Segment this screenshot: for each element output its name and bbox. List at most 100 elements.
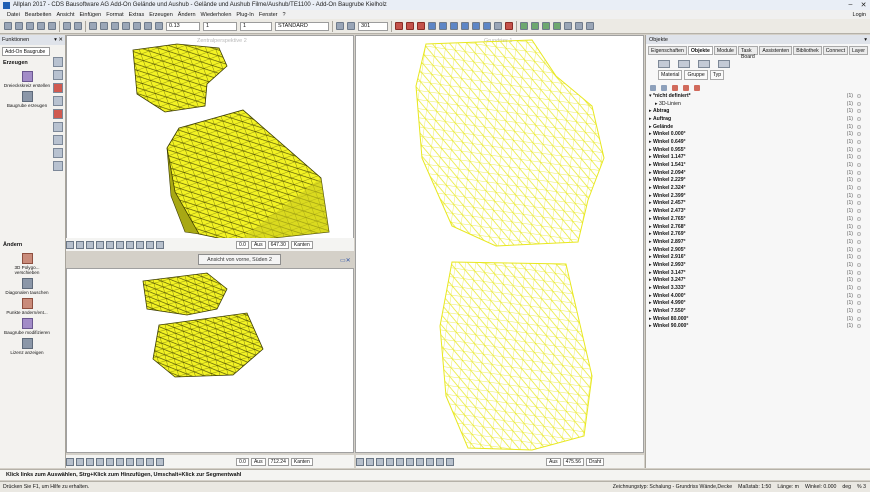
camera-icon[interactable] bbox=[483, 22, 491, 30]
snap-tool-icon[interactable] bbox=[53, 161, 63, 171]
tool-diagonalen-tauschen[interactable]: Diagonalen tauschen bbox=[2, 278, 52, 295]
redo-view-icon[interactable] bbox=[406, 457, 414, 466]
brush-icon[interactable] bbox=[395, 22, 403, 30]
object-row[interactable]: ▸ Winkel 2.916° (1) bbox=[649, 253, 867, 261]
object-row[interactable]: ▸ Winkel 1.541° (1) bbox=[649, 161, 867, 169]
object-row[interactable]: ▸ Winkel 3.147° (1) bbox=[649, 269, 867, 277]
print-view-icon[interactable] bbox=[126, 457, 134, 466]
value-field[interactable]: 647.30 bbox=[267, 240, 289, 249]
refresh-tool-icon[interactable] bbox=[694, 85, 700, 91]
visibility-icon[interactable] bbox=[857, 224, 861, 229]
line-type-select[interactable]: 1 bbox=[203, 21, 237, 31]
menu-fenster[interactable]: Fenster bbox=[259, 12, 278, 18]
menu-erzeugen[interactable]: Erzeugen bbox=[149, 12, 173, 18]
object-row[interactable]: ▸ Winkel 2.094° (1) bbox=[649, 169, 867, 177]
snap-icon[interactable] bbox=[336, 22, 344, 30]
line-color-select[interactable]: 1 bbox=[240, 21, 272, 31]
sum-icon[interactable] bbox=[575, 22, 583, 30]
zoom-icon[interactable] bbox=[66, 457, 74, 466]
menu-plugin[interactable]: Plug-In bbox=[236, 12, 253, 18]
layers-view-icon[interactable] bbox=[436, 457, 444, 466]
tool-lizenz-anzeigen[interactable]: Lizenz anzeigen bbox=[2, 338, 52, 355]
object-row[interactable]: ▸ Winkel 2.229° (1) bbox=[649, 177, 867, 185]
filter-tool-icon[interactable] bbox=[53, 57, 63, 67]
object-row[interactable]: ▸ Winkel 80.000° (1) bbox=[649, 315, 867, 323]
window-restore-icon[interactable]: ▭✕ bbox=[340, 257, 351, 264]
value-field[interactable]: 475.56 bbox=[562, 457, 584, 466]
camera-view-icon[interactable] bbox=[136, 457, 144, 466]
undo-icon[interactable] bbox=[63, 22, 71, 30]
print-view-icon[interactable] bbox=[416, 457, 424, 466]
visibility-icon[interactable] bbox=[857, 247, 861, 252]
edges-select[interactable]: Draht bbox=[585, 457, 605, 466]
object-row[interactable]: ▸ Abtrag (1) bbox=[649, 107, 867, 115]
volume-icon[interactable] bbox=[450, 22, 458, 30]
hide-tool-icon[interactable] bbox=[683, 85, 689, 91]
object-row[interactable]: ▸ Winkel 2.769° (1) bbox=[649, 230, 867, 238]
tab-connect[interactable]: Connect bbox=[822, 46, 849, 55]
grid-view-icon[interactable] bbox=[156, 457, 164, 466]
list-tool-icon[interactable] bbox=[53, 148, 63, 158]
visibility-icon[interactable] bbox=[857, 286, 861, 291]
visibility-icon[interactable] bbox=[857, 301, 861, 306]
close-view-icon[interactable] bbox=[76, 240, 84, 249]
isolate-tool-icon[interactable] bbox=[672, 85, 678, 91]
select-tool-icon[interactable] bbox=[53, 83, 63, 93]
visibility-icon[interactable] bbox=[857, 255, 861, 260]
window-layout-icon[interactable] bbox=[564, 22, 572, 30]
view-icon[interactable] bbox=[472, 22, 480, 30]
visibility-icon[interactable] bbox=[857, 216, 861, 221]
drawing-type[interactable]: Zeichnungstyp: Schalung - Grundriss Wänd… bbox=[613, 484, 732, 490]
object-row[interactable]: ▸ Winkel 7.550° (1) bbox=[649, 307, 867, 315]
visibility-icon[interactable] bbox=[857, 209, 861, 214]
lock-tool-icon[interactable] bbox=[53, 96, 63, 106]
login-link[interactable]: Login bbox=[853, 12, 866, 18]
angle-readout[interactable]: Winkel: 0.000 bbox=[805, 484, 836, 490]
dimension-icon[interactable] bbox=[553, 22, 561, 30]
mode-select[interactable]: Aus bbox=[250, 240, 266, 249]
grid-view-icon[interactable] bbox=[446, 457, 454, 466]
visibility-icon[interactable] bbox=[857, 116, 861, 121]
zoom-window-icon[interactable] bbox=[96, 457, 104, 466]
print-view-icon[interactable] bbox=[126, 240, 134, 249]
home-tool-icon[interactable] bbox=[53, 122, 63, 132]
pin-icon[interactable]: ▾ bbox=[864, 37, 867, 43]
object-row[interactable]: ▸ Winkel 3.247° (1) bbox=[649, 277, 867, 285]
zoom-window-icon[interactable] bbox=[386, 457, 394, 466]
undo-view-icon[interactable] bbox=[106, 457, 114, 466]
scale-field[interactable]: 0.0 bbox=[236, 240, 249, 249]
funnel-icon[interactable] bbox=[586, 22, 594, 30]
delete-icon[interactable] bbox=[122, 22, 130, 30]
target-tool-icon[interactable] bbox=[53, 109, 63, 119]
visibility-icon[interactable] bbox=[857, 93, 861, 98]
redo-view-icon[interactable] bbox=[116, 457, 124, 466]
menu-aendern[interactable]: Ändern bbox=[178, 12, 196, 18]
tab-layer[interactable]: Layer bbox=[849, 46, 868, 55]
menu-extras[interactable]: Extras bbox=[129, 12, 145, 18]
module-selector[interactable]: Add-On Baugrube bbox=[2, 47, 50, 56]
menu-bearbeiten[interactable]: Bearbeiten bbox=[25, 12, 52, 18]
save-icon[interactable] bbox=[26, 22, 34, 30]
pin-icon[interactable]: ▾ ✕ bbox=[54, 37, 63, 43]
visibility-icon[interactable] bbox=[857, 139, 861, 144]
undo-view-icon[interactable] bbox=[396, 457, 404, 466]
layer-style-select[interactable]: STANDARD bbox=[275, 21, 329, 31]
visibility-icon[interactable] bbox=[857, 124, 861, 129]
grid-icon[interactable] bbox=[347, 22, 355, 30]
new-file-icon[interactable] bbox=[4, 22, 12, 30]
area-icon[interactable] bbox=[439, 22, 447, 30]
copy-icon[interactable] bbox=[100, 22, 108, 30]
text-icon[interactable] bbox=[542, 22, 550, 30]
object-row[interactable]: ▸ Winkel 0.649° (1) bbox=[649, 138, 867, 146]
subtab-gruppe[interactable]: Gruppe bbox=[684, 70, 708, 80]
visibility-icon[interactable] bbox=[857, 163, 861, 168]
object-row[interactable]: ▸ Winkel 2.457° (1) bbox=[649, 200, 867, 208]
visibility-icon[interactable] bbox=[857, 201, 861, 206]
close-view-icon[interactable] bbox=[366, 457, 374, 466]
visibility-icon[interactable] bbox=[857, 147, 861, 152]
subtab-typ[interactable]: Typ bbox=[709, 70, 725, 80]
tool-polygon-verschieben[interactable]: 3D Polygo... verschieben bbox=[2, 253, 52, 275]
edit-icon[interactable] bbox=[520, 22, 528, 30]
visibility-icon[interactable] bbox=[857, 324, 861, 329]
drawing-file-icon[interactable] bbox=[678, 60, 690, 68]
